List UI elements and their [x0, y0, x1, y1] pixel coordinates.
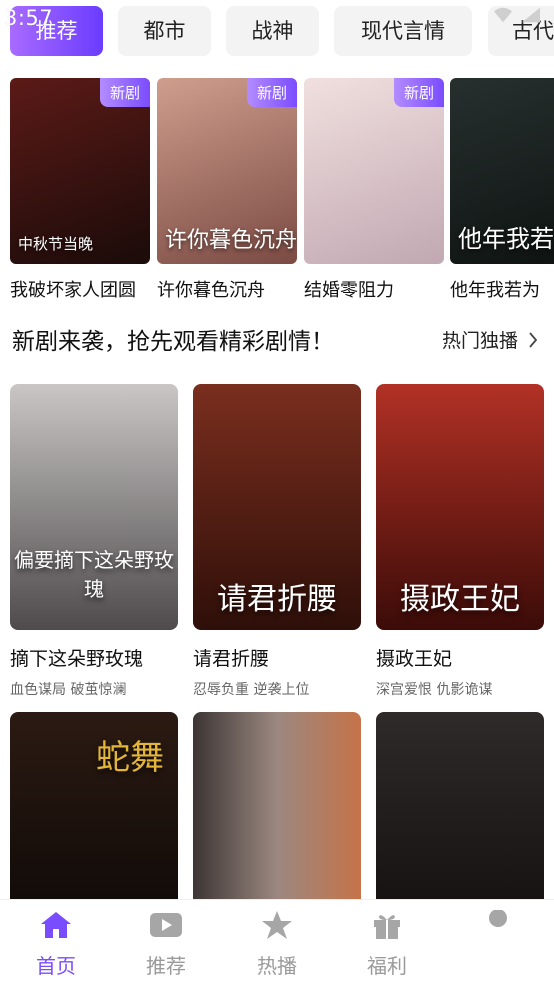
shelf-poster[interactable]: 他年我若为: [450, 78, 554, 264]
nav-label: 首页: [36, 954, 76, 978]
nav-hot[interactable]: 热播: [237, 910, 317, 979]
hot-exclusive-label: 热门独播: [441, 330, 518, 352]
drama-poster[interactable]: 请君折腰: [193, 384, 361, 630]
poster-title-art: 蛇舞: [96, 738, 164, 778]
tab-war-god[interactable]: 战神: [226, 6, 319, 56]
drama-poster[interactable]: 偏要摘下这朵野玫瑰: [10, 384, 178, 630]
play-icon: [150, 913, 182, 937]
drama-poster[interactable]: 摄政王妃: [376, 384, 544, 630]
nav-label: 福利: [367, 954, 407, 978]
drama-title: 摘下这朵野玫瑰: [10, 648, 144, 670]
new-badge: 新剧: [393, 78, 444, 107]
poster-title-art: 中秋节当晚: [18, 235, 94, 253]
shelf-title: 许你暮色沉舟: [157, 280, 265, 301]
nav-profile[interactable]: [458, 910, 538, 950]
shelf-item[interactable]: 他年我若为 他年我若为: [450, 78, 554, 302]
drama-card[interactable]: 偏要摘下这朵野玫瑰 摘下这朵野玫瑰 血色谋局 破茧惊澜: [10, 384, 178, 699]
drama-tags: 深宫爱恨 仇影诡谋: [376, 682, 493, 698]
nav-label: 热播: [257, 954, 297, 978]
poster-title-art: 偏要摘下这朵野玫瑰: [14, 548, 174, 601]
shelf-poster[interactable]: 新剧: [304, 78, 444, 264]
drama-card[interactable]: 摄政王妃 摄政王妃 深宫爱恨 仇影诡谋: [376, 384, 544, 699]
status-time: 3:57: [4, 6, 54, 30]
new-badge: 新剧: [99, 78, 150, 107]
shelf-title: 我破坏家人团圆: [10, 280, 136, 301]
poster-title-art: 许你暮色沉舟: [165, 228, 297, 253]
shelf-title: 他年我若为: [450, 280, 540, 301]
tab-modern-romance[interactable]: 现代言情: [334, 6, 472, 56]
signal-icon: [522, 7, 540, 23]
poster-title-art: 他年我若为: [458, 225, 554, 253]
shelf-item[interactable]: 新剧 中秋节当晚 我破坏家人团圆: [10, 78, 150, 302]
status-icons: [492, 6, 542, 24]
hot-exclusive-link[interactable]: 热门独播: [442, 326, 538, 353]
section-title: 新剧来袭，抢先观看精彩剧情！: [12, 329, 334, 355]
nav-welfare[interactable]: 福利: [347, 910, 427, 979]
shelf-poster[interactable]: 新剧 许你暮色沉舟: [157, 78, 297, 264]
drama-shelf: 新剧 中秋节当晚 我破坏家人团圆 新剧 许你暮色沉舟 许你暮色沉舟 新剧 结婚零…: [0, 78, 554, 308]
star-icon: [262, 911, 292, 939]
shelf-item[interactable]: 新剧 结婚零阻力: [304, 78, 444, 302]
drama-tags: 忍辱负重 逆袭上位: [193, 682, 310, 698]
bottom-nav: 首页 推荐 热播 福利: [0, 899, 554, 984]
category-tabs: 推荐 都市 战神 现代言情 古代: [0, 6, 554, 56]
gift-icon: [374, 915, 400, 939]
chevron-right-icon: [529, 331, 538, 348]
profile-icon: [489, 910, 507, 927]
shelf-poster[interactable]: 新剧 中秋节当晚: [10, 78, 150, 264]
drama-title: 摄政王妃: [376, 648, 453, 670]
shelf-item[interactable]: 新剧 许你暮色沉舟 许你暮色沉舟: [157, 78, 297, 302]
nav-home[interactable]: 首页: [16, 910, 96, 979]
poster-title-art: 请君折腰: [217, 582, 337, 617]
home-icon: [41, 912, 71, 938]
drama-tags: 血色谋局 破茧惊澜: [10, 682, 127, 698]
new-badge: 新剧: [246, 78, 297, 107]
tab-urban[interactable]: 都市: [118, 6, 211, 56]
nav-recommend[interactable]: 推荐: [126, 910, 206, 979]
drama-title: 请君折腰: [193, 648, 270, 670]
shelf-title: 结婚零阻力: [304, 280, 394, 301]
poster-title-art: 摄政王妃: [400, 582, 520, 617]
drama-card[interactable]: 请君折腰 请君折腰 忍辱负重 逆袭上位: [193, 384, 361, 699]
nav-label: 推荐: [146, 954, 186, 978]
wifi-icon: [494, 7, 512, 23]
